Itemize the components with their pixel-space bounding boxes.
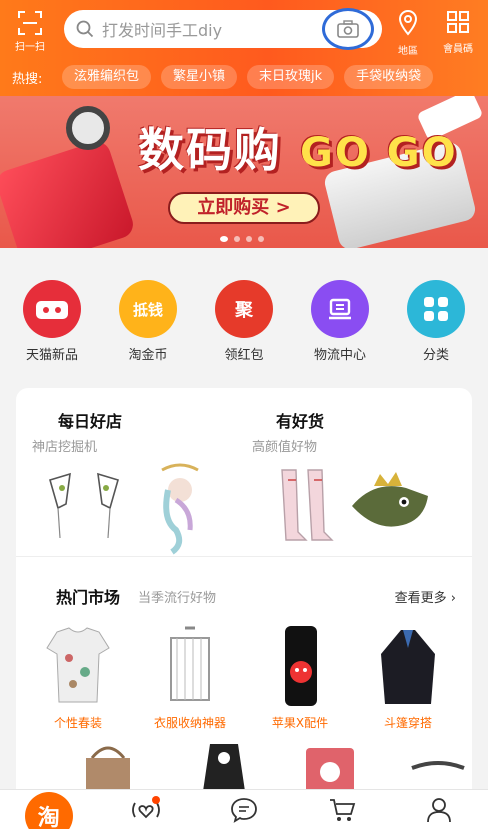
market-item[interactable]: 衣服收纳神器	[138, 624, 242, 731]
shortcut-row: 天猫新品 抵钱 淘金币 聚 领红包 物流中心 分类	[0, 248, 488, 380]
cape-coat-image	[381, 630, 435, 704]
dinosaur-plush-image	[352, 472, 428, 527]
good-goods-subtitle: 高颜值好物	[252, 440, 318, 455]
good-goods-section[interactable]: 有好货 高颜值好物	[252, 408, 470, 455]
coin-icon: 抵钱	[119, 280, 177, 338]
camera-icon	[337, 20, 359, 38]
daily-shop-section[interactable]: 每日好店 神店挖掘机	[32, 408, 250, 455]
logistics-icon	[311, 280, 369, 338]
tab-home[interactable]: 淘	[19, 790, 79, 829]
tab-profile[interactable]	[409, 790, 469, 829]
shortcut-logistics[interactable]: 物流中心	[295, 248, 385, 380]
scan-icon	[18, 11, 42, 35]
bottom-tab-bar: 淘	[0, 789, 488, 829]
hot-search-label: 热搜:	[12, 71, 43, 87]
promo-banner[interactable]: 数码购 GO GO 立即购买 >	[0, 96, 488, 248]
laundry-basket-image	[170, 626, 210, 701]
shopping-cart-icon	[329, 798, 355, 821]
search-icon	[76, 20, 94, 38]
daily-shop-subtitle: 神店挖掘机	[32, 440, 98, 455]
notification-dot	[152, 795, 161, 804]
taobao-home-icon: 淘	[24, 791, 73, 829]
banner-title-main: 数码购	[138, 123, 282, 177]
header: 扫一扫 打发时间手工diy 地區 會員碼 热搜: 泫雅编织包 繁星小镇 末日玫瑰…	[0, 0, 488, 96]
tab-cart[interactable]	[312, 790, 372, 829]
recommend-card: 每日好店 神店挖掘机 有好货 高颜值好物 热门市场 当季流行好物 查看更多 ›	[16, 388, 472, 808]
daily-shop-title: 每日好店	[58, 412, 123, 431]
camera-lens-image	[66, 106, 110, 150]
shortcut-tmall-new[interactable]: 天猫新品	[7, 248, 97, 380]
carousel-indicator	[220, 236, 264, 242]
market-item[interactable]: 苹果X配件	[248, 624, 352, 731]
tab-weitao[interactable]	[116, 790, 176, 829]
hot-tag[interactable]: 繁星小镇	[161, 65, 238, 89]
shortcut-label: 天猫新品	[25, 348, 78, 363]
location-label: 地區	[398, 46, 418, 57]
banner-title-go: GO GO	[300, 130, 458, 176]
market-item-label: 个性春装	[53, 716, 102, 730]
earring-product-image	[49, 472, 119, 539]
scan-label: 扫一扫	[15, 42, 45, 53]
suitcase-image	[0, 138, 137, 248]
hot-tag[interactable]: 泫雅编织包	[62, 65, 152, 89]
search-input[interactable]: 打发时间手工diy	[64, 8, 382, 50]
see-more-link[interactable]: 查看更多 ›	[395, 587, 456, 606]
chevron-right-icon: ›	[450, 591, 456, 606]
shortcut-taojinbi[interactable]: 抵钱 淘金币	[103, 248, 193, 380]
market-item-label: 斗篷穿搭	[383, 716, 432, 730]
chat-bubble-icon	[231, 797, 257, 823]
camera-search-button[interactable]	[322, 8, 374, 50]
member-code-label: 會員碼	[443, 44, 473, 55]
shortcut-label: 分类	[422, 348, 449, 363]
shortcut-red-packet[interactable]: 聚 领红包	[199, 248, 289, 380]
hot-search-bar: 热搜: 泫雅编织包 繁星小镇 末日玫瑰jk 手袋收纳袋	[0, 64, 488, 90]
scan-button[interactable]: 扫一扫	[10, 10, 50, 53]
tmall-icon	[23, 280, 81, 338]
red-packet-icon: 聚	[215, 280, 273, 338]
market-item-label: 苹果X配件	[271, 716, 329, 730]
section-divider	[16, 556, 472, 557]
good-goods-title: 有好货	[276, 412, 325, 431]
location-button[interactable]: 地區	[388, 10, 428, 57]
shortcut-label: 淘金币	[128, 348, 168, 363]
search-placeholder: 打发时间手工diy	[102, 21, 223, 40]
member-code-button[interactable]: 會員碼	[438, 10, 478, 55]
market-item-label: 衣服收纳神器	[153, 716, 226, 730]
location-pin-icon	[398, 10, 418, 36]
see-more-label: 查看更多	[394, 591, 447, 606]
buy-now-button[interactable]: 立即购买 >	[168, 192, 320, 224]
shortcut-label: 物流中心	[313, 348, 366, 363]
banner-title: 数码购 GO GO	[138, 114, 458, 180]
mermaid-figure-image	[161, 463, 199, 555]
category-icon	[407, 280, 465, 338]
user-icon	[427, 797, 452, 822]
shortcut-label: 领红包	[224, 348, 264, 363]
tshirt-image	[46, 627, 110, 703]
hot-market-title: 热门市场	[56, 588, 121, 607]
market-item[interactable]: 斗篷穿搭	[356, 624, 460, 731]
hot-tag[interactable]: 手袋收纳袋	[344, 65, 434, 89]
phone-case-image	[285, 626, 317, 706]
hot-tag[interactable]: 末日玫瑰jk	[247, 65, 335, 89]
tab-messages[interactable]	[214, 790, 274, 829]
shortcut-category[interactable]: 分类	[391, 248, 481, 380]
market-item[interactable]: 个性春装	[26, 624, 130, 731]
qr-code-icon	[447, 11, 469, 33]
hot-market-subtitle: 当季流行好物	[138, 591, 217, 606]
